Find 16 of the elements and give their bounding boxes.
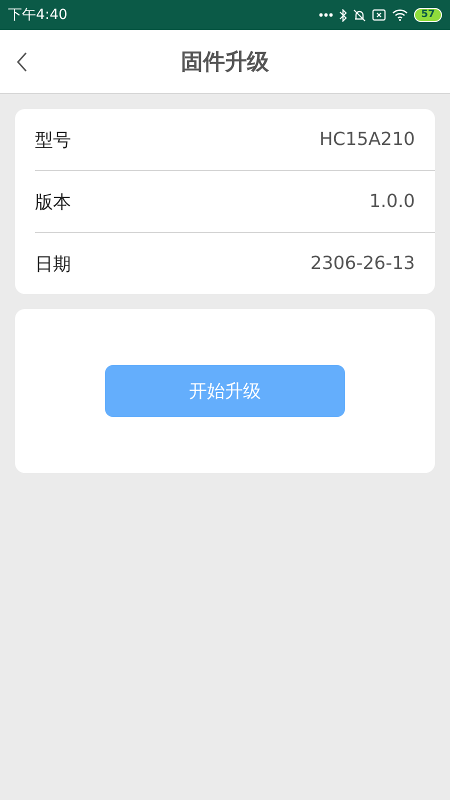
start-upgrade-button[interactable]: 开始升级 xyxy=(105,365,345,417)
sim-icon xyxy=(372,9,386,21)
info-value: 2306-26-13 xyxy=(310,253,415,274)
dots-icon xyxy=(319,13,334,17)
info-label: 版本 xyxy=(35,190,71,214)
bell-off-icon xyxy=(353,8,366,22)
battery-level: 57 xyxy=(414,8,442,22)
back-icon[interactable] xyxy=(16,52,28,72)
status-time: 下午4:40 xyxy=(8,6,68,24)
info-value: 1.0.0 xyxy=(369,191,415,212)
wifi-icon xyxy=(392,9,408,21)
info-label: 型号 xyxy=(35,128,71,152)
info-label: 日期 xyxy=(35,252,71,276)
page-title: 固件升级 xyxy=(181,48,269,76)
bluetooth-icon xyxy=(339,8,348,22)
info-value: HC15A210 xyxy=(319,129,415,150)
